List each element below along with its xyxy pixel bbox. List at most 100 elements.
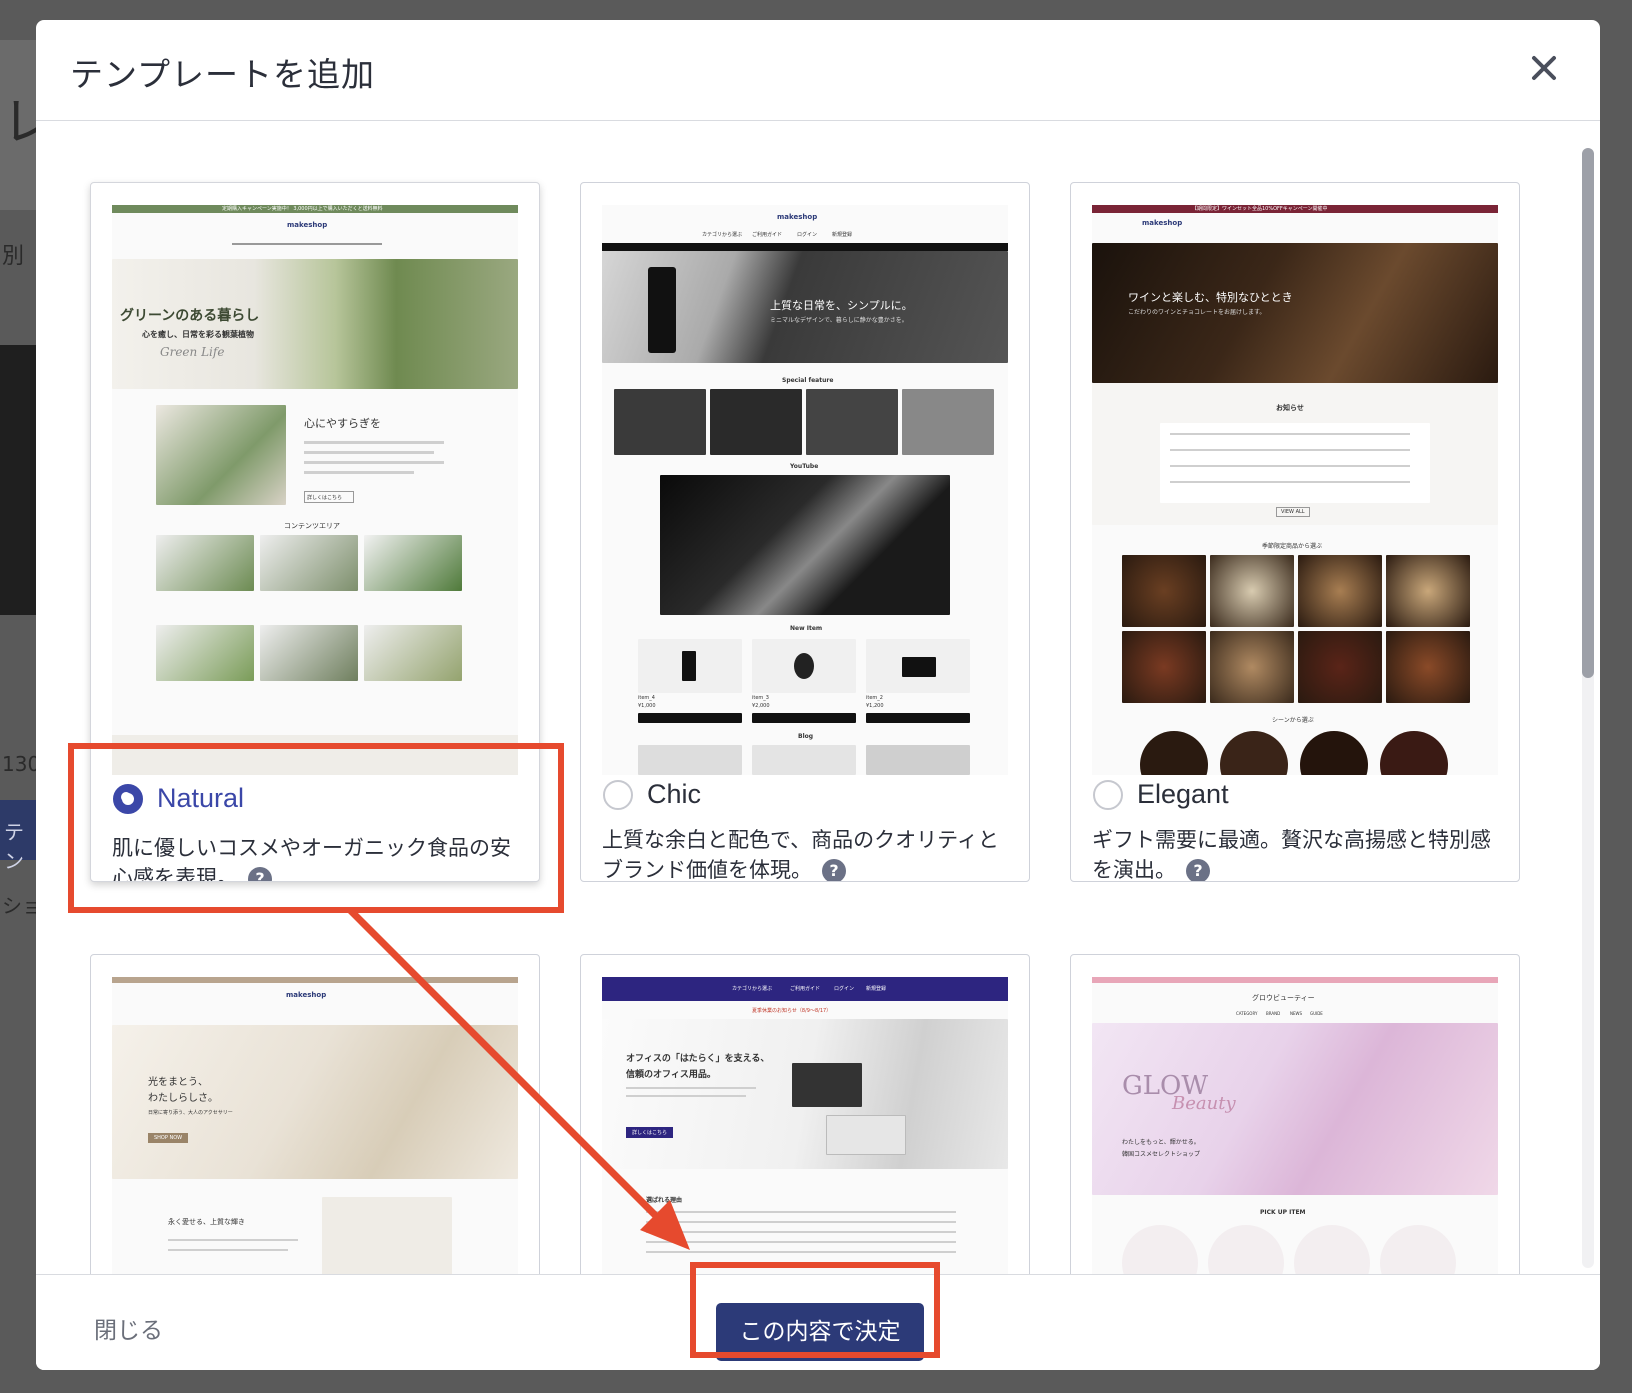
radio-button[interactable] [1093, 779, 1123, 810]
preview-brand: makeshop [1142, 219, 1183, 227]
preview-hero-title: 上質な日常を、シンプルに。 [770, 299, 913, 312]
preview-nav [232, 243, 382, 245]
preview-product-image [1122, 631, 1206, 703]
preview-text-line [626, 1087, 756, 1089]
help-icon[interactable]: ? [1186, 859, 1210, 881]
preview-nav-item: カテゴリから選ぶ [732, 986, 773, 992]
preview-text-line [304, 451, 434, 454]
template-radio-chic[interactable]: Chic [603, 779, 701, 810]
close-link[interactable]: 閉じる [94, 1311, 163, 1345]
preview-hero-sub: こだわりのワインとチョコレートをお届けします。 [1128, 309, 1266, 316]
preview-news-title: お知らせ [1276, 404, 1304, 412]
preview-hero-script: Beauty [1172, 1093, 1236, 1114]
template-description: 上質な余白と配色で、商品のクオリティとブランド価値を体現。? [602, 825, 1012, 882]
scrollbar[interactable] [1582, 148, 1594, 1268]
template-card-elegant[interactable]: 【期間限定】ワインセット全品10%OFFキャンペーン開催中 makeshop ワ… [1070, 182, 1520, 882]
background-text: 130 [2, 752, 41, 776]
preview-button: SHOP NOW [148, 1133, 189, 1143]
radio-button[interactable] [603, 779, 633, 810]
template-preview-beauty: グロウビューティー CATEGORY BRAND NEWS GUIDE GLOW… [1092, 977, 1498, 1274]
preview-feature-image [156, 405, 286, 505]
preview-bottle [648, 267, 676, 353]
preview-news-list [1160, 423, 1430, 503]
preview-text-line [304, 461, 444, 464]
preview-notice: 夏季休業のお知らせ（8/9〜8/17） [752, 1008, 832, 1014]
preview-nav-item: GUIDE [1310, 1011, 1323, 1016]
preview-grid-image [260, 625, 358, 681]
preview-scene-image [1140, 731, 1208, 775]
preview-text-line [646, 1251, 956, 1253]
preview-text-line [168, 1239, 298, 1241]
preview-nav-item: CATEGORY [1236, 1011, 1258, 1016]
template-preview-chic: makeshop カテゴリから選ぶ ご利用ガイド ログイン 新規登録 上質な日常… [602, 205, 1008, 775]
preview-hero-image [1092, 1023, 1498, 1195]
preview-hero-title: グリーンのある暮らし [120, 308, 260, 324]
preview-news-row [1170, 449, 1410, 451]
preview-cart-button [752, 713, 856, 723]
background-tab: テン [0, 800, 38, 873]
preview-grid-image [364, 625, 462, 681]
add-template-dialog: テンプレートを追加 定期購入キャンペーン実施中！ 3,000円以上で購入いただく… [36, 20, 1600, 1370]
template-radio-elegant[interactable]: Elegant [1093, 779, 1229, 810]
preview-text-line [304, 471, 414, 474]
preview-calculator [826, 1115, 906, 1155]
preview-banner [1092, 977, 1498, 983]
dialog-header: テンプレートを追加 [36, 20, 1600, 121]
preview-product-watch [710, 389, 802, 455]
preview-section-title: 永く愛せる、上質な輝き [168, 1218, 245, 1226]
dialog-title: テンプレートを追加 [70, 55, 376, 94]
template-card-chic[interactable]: makeshop カテゴリから選ぶ ご利用ガイド ログイン 新規登録 上質な日常… [580, 182, 1030, 882]
preview-notebook [792, 1063, 862, 1107]
preview-hero-sub: 韓国コスメセレクトショップ [1122, 1151, 1201, 1158]
preview-item-price: ¥1,200 [866, 703, 884, 709]
preview-scene-image [1220, 731, 1288, 775]
preview-grid-image [156, 535, 254, 591]
template-preview-jewelry: makeshop 光をまとう、 わたしらしさ。 日常に寄り添う、大人のアクセサリ… [112, 977, 518, 1274]
preview-nav-item: ご利用ガイド [790, 986, 821, 992]
preview-scene-image [1380, 731, 1448, 775]
preview-hero-title: 信頼のオフィス用品。 [626, 1070, 716, 1080]
preview-brand: makeshop [286, 991, 327, 999]
scrollbar-thumb[interactable] [1582, 148, 1594, 678]
preview-product-image [1210, 631, 1294, 703]
preview-text-line [646, 1241, 956, 1243]
preview-text-line [646, 1231, 956, 1233]
preview-product-image [1386, 631, 1470, 703]
preview-product-image [1122, 555, 1206, 627]
preview-new-item: New Item [790, 625, 823, 632]
preview-nav-item: ログイン [797, 232, 818, 238]
preview-nav-item: NEWS [1290, 1011, 1303, 1016]
preview-hero-sub: ミニマルなデザインで、暮らしに静かな豊かさを。 [770, 317, 908, 324]
preview-hero-title: 光をまとう、 [148, 1077, 208, 1088]
preview-news-row [1170, 481, 1410, 483]
preview-hero-title: ワインと楽しむ、特別なひととき [1128, 291, 1293, 304]
preview-nav-item: BRAND [1266, 1011, 1281, 1016]
description-text: 上質な余白と配色で、商品のクオリティとブランド価値を体現。 [602, 828, 999, 882]
preview-hero-sub: 日常に寄り添う、大人のアクセサリー [148, 1110, 233, 1116]
preview-banner [112, 977, 518, 983]
help-icon[interactable]: ? [822, 859, 846, 881]
preview-item-bottle [682, 651, 696, 681]
preview-nav-item: ご利用ガイド [752, 232, 783, 238]
preview-view-all: VIEW ALL [1276, 507, 1310, 517]
preview-blog-image [752, 745, 856, 775]
template-card-jewelry[interactable]: makeshop 光をまとう、 わたしらしさ。 日常に寄り添う、大人のアクセサリ… [90, 954, 540, 1274]
close-button[interactable] [1524, 48, 1564, 88]
preview-special: Special feature [782, 377, 834, 384]
preview-item-name: item_4 [638, 695, 655, 701]
preview-button: 詳しくはこちら [304, 491, 354, 503]
template-card-office[interactable]: カテゴリから選ぶ ご利用ガイド ログイン 新規登録 夏季休業のお知らせ（8/9〜… [580, 954, 1030, 1274]
preview-text-line [646, 1211, 956, 1213]
preview-banner-text: 【期間限定】ワインセット全品10%OFFキャンペーン開催中 [1192, 206, 1328, 212]
annotation-highlight-natural [68, 743, 564, 913]
preview-product-image [1210, 555, 1294, 627]
template-card-beauty[interactable]: グロウビューティー CATEGORY BRAND NEWS GUIDE GLOW… [1070, 954, 1520, 1274]
preview-text-line [646, 1221, 956, 1223]
preview-news-row [1170, 465, 1410, 467]
preview-item-watch [794, 653, 814, 679]
preview-product-image [1298, 555, 1382, 627]
preview-ticker [602, 243, 1008, 251]
preview-hero-title: わたしらしさ。 [148, 1093, 218, 1104]
preview-pickup-item [1122, 1225, 1198, 1274]
preview-cart-button [638, 713, 742, 723]
